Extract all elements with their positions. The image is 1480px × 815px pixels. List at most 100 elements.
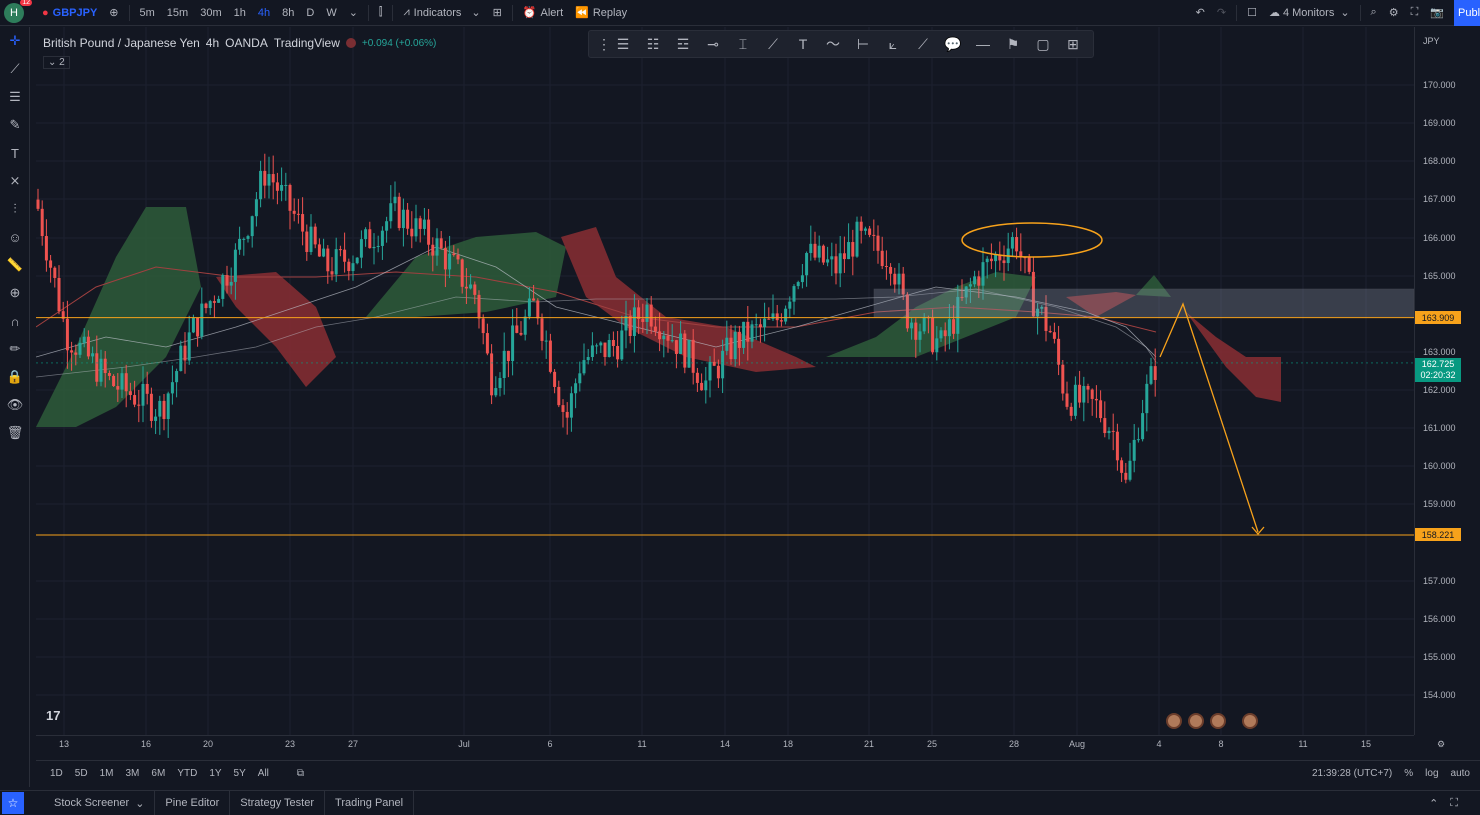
interval-30m[interactable]: 30m bbox=[194, 0, 227, 26]
fib-retracement-icon[interactable]: ☰ bbox=[0, 83, 30, 111]
chevron-down-icon[interactable]: ⌄ bbox=[343, 0, 364, 26]
wave-icon[interactable]: 〜 bbox=[819, 34, 847, 54]
range-ytd[interactable]: YTD bbox=[171, 768, 203, 779]
price-chart[interactable] bbox=[36, 27, 1414, 735]
camera-icon[interactable]: 📷 bbox=[1424, 0, 1450, 26]
alert-button[interactable]: ⏰ Alert bbox=[517, 0, 569, 26]
interval-8h[interactable]: 8h bbox=[276, 0, 300, 26]
regression-icon[interactable]: ☲ bbox=[669, 36, 697, 53]
interval-d[interactable]: D bbox=[300, 0, 320, 26]
rectangle-icon[interactable]: ▢ bbox=[1029, 36, 1057, 53]
redo-icon[interactable]: ↷ bbox=[1211, 0, 1232, 26]
monitors-button[interactable]: ☁ 4 Monitors ⌄ bbox=[1263, 0, 1356, 26]
drag-handle-icon[interactable]: ⋮ bbox=[597, 36, 611, 53]
candle-body bbox=[561, 405, 565, 412]
candle-body bbox=[490, 353, 494, 396]
trash-icon[interactable]: 🗑 bbox=[0, 419, 30, 447]
undo-icon[interactable]: ↶ bbox=[1190, 0, 1211, 26]
currency-label[interactable]: JPY bbox=[1423, 36, 1440, 46]
clock-timezone[interactable]: 21:39:28 (UTC+7) bbox=[1306, 768, 1398, 779]
interval-5m[interactable]: 5m bbox=[134, 0, 161, 26]
callout-icon[interactable]: 💬 bbox=[939, 36, 967, 53]
date-range-icon[interactable]: ⊢ bbox=[849, 36, 877, 53]
candle-body bbox=[1132, 439, 1136, 461]
flag-icon[interactable]: ⚑ bbox=[999, 36, 1027, 53]
prediction-icon[interactable]: ⫶ bbox=[0, 195, 30, 223]
event-flag-icon[interactable] bbox=[1242, 713, 1258, 729]
user-avatar[interactable]: H 12 bbox=[4, 0, 32, 23]
text-icon[interactable]: T bbox=[789, 36, 817, 52]
candle-body bbox=[397, 196, 401, 229]
range-1y[interactable]: 1Y bbox=[203, 768, 227, 779]
interval-4h[interactable]: 4h bbox=[252, 0, 276, 26]
publish-button[interactable]: Publ bbox=[1454, 0, 1480, 26]
chevron-up-icon[interactable]: ⌃ bbox=[1423, 790, 1444, 815]
indicators-button[interactable]: ⩘ Indicators ⌄ bbox=[397, 0, 486, 26]
event-flag-icon[interactable] bbox=[1188, 713, 1204, 729]
range-6m[interactable]: 6M bbox=[145, 768, 171, 779]
layouts-grid-icon[interactable]: ⊞ bbox=[487, 0, 508, 26]
trend-line-icon[interactable]: ⟋ bbox=[0, 55, 30, 83]
layout-square-icon[interactable]: ☐ bbox=[1241, 0, 1263, 26]
maximize-panel-icon[interactable]: ⛶ bbox=[1444, 790, 1464, 815]
zoom-in-icon[interactable]: ⊕ bbox=[0, 279, 30, 307]
grid-tool-icon[interactable]: ⊞ bbox=[1059, 36, 1087, 53]
tab-trading-panel[interactable]: Trading Panel bbox=[325, 790, 415, 815]
gear-icon[interactable]: ⚙ bbox=[1383, 0, 1405, 26]
interval-w[interactable]: W bbox=[320, 0, 342, 26]
text-tool-icon[interactable]: T bbox=[0, 139, 30, 167]
interval-1h[interactable]: 1h bbox=[228, 0, 252, 26]
tab-stock-screener[interactable]: Stock Screener ⌄ bbox=[44, 790, 156, 815]
lock-icon[interactable]: 🔒 bbox=[0, 363, 30, 391]
interval-15m[interactable]: 15m bbox=[161, 0, 194, 26]
symbol-title[interactable]: British Pound / Japanese Yen bbox=[43, 36, 200, 50]
candle-body bbox=[53, 267, 57, 278]
replay-button[interactable]: ⏪ Replay bbox=[569, 0, 633, 26]
range-all[interactable]: All bbox=[252, 768, 275, 779]
search-icon[interactable]: ⌕ bbox=[1365, 0, 1383, 26]
range-1m[interactable]: 1M bbox=[94, 768, 120, 779]
go-to-date-icon[interactable]: ⧉ bbox=[291, 768, 310, 779]
magnet-icon[interactable]: ∩ bbox=[0, 307, 30, 335]
economic-events bbox=[1166, 713, 1258, 729]
symbol-search[interactable]: ● GBPJPY bbox=[36, 0, 103, 26]
bottom-panel-tabs: ☆ Stock Screener ⌄ Pine Editor Strategy T… bbox=[0, 790, 1480, 815]
star-icon[interactable]: ☆ bbox=[2, 792, 24, 814]
tab-strategy-tester[interactable]: Strategy Tester bbox=[230, 790, 326, 815]
arrow-icon[interactable]: ⟀ bbox=[879, 36, 907, 53]
log-toggle[interactable]: log bbox=[1419, 768, 1444, 779]
horizontal-ray-icon[interactable]: ⊸ bbox=[699, 36, 727, 53]
indicators-collapse-button[interactable]: ⌄ 2 bbox=[43, 56, 70, 69]
candle-type-icon[interactable]: ⫿ bbox=[373, 0, 389, 26]
candle-body bbox=[679, 333, 683, 354]
range-5y[interactable]: 5Y bbox=[228, 768, 252, 779]
stay-drawing-icon[interactable]: ✏ bbox=[0, 335, 30, 363]
pattern-icon[interactable]: ⨯ bbox=[0, 167, 30, 195]
time-label: Aug bbox=[1068, 739, 1086, 749]
event-flag-icon[interactable] bbox=[1166, 713, 1182, 729]
candle-body bbox=[200, 303, 204, 337]
ruler-icon[interactable]: 📏 bbox=[0, 251, 30, 279]
range-5d[interactable]: 5D bbox=[69, 768, 94, 779]
percent-toggle[interactable]: % bbox=[1398, 768, 1419, 779]
fullscreen-icon[interactable]: ⛶ bbox=[1405, 0, 1425, 26]
crosshair-icon[interactable]: ✛ bbox=[0, 27, 30, 55]
auto-toggle[interactable]: auto bbox=[1445, 768, 1476, 779]
timescale-settings-icon[interactable]: ⚙ bbox=[1437, 739, 1445, 750]
brush-icon[interactable]: ✎ bbox=[0, 111, 30, 139]
range-3m[interactable]: 3M bbox=[120, 768, 146, 779]
candle-body bbox=[406, 209, 410, 229]
horizontal-lines-icon[interactable]: ☰ bbox=[609, 36, 637, 53]
vertical-line-icon[interactable]: ⌶ bbox=[729, 36, 757, 53]
candle-body bbox=[1010, 237, 1014, 249]
parallel-channel-icon[interactable]: ☷ bbox=[639, 36, 667, 53]
tab-pine-editor[interactable]: Pine Editor bbox=[155, 790, 231, 815]
pencil-icon[interactable]: ⟋ bbox=[759, 36, 787, 53]
range-1d[interactable]: 1D bbox=[44, 768, 69, 779]
event-flag-icon[interactable] bbox=[1210, 713, 1226, 729]
eye-icon[interactable]: 👁 bbox=[0, 391, 30, 419]
ray-icon[interactable]: — bbox=[969, 36, 997, 52]
emoji-icon[interactable]: ☺ bbox=[0, 223, 30, 251]
line-icon[interactable]: ⟋ bbox=[909, 36, 937, 53]
compare-add-icon[interactable]: ⊕ bbox=[103, 0, 124, 26]
